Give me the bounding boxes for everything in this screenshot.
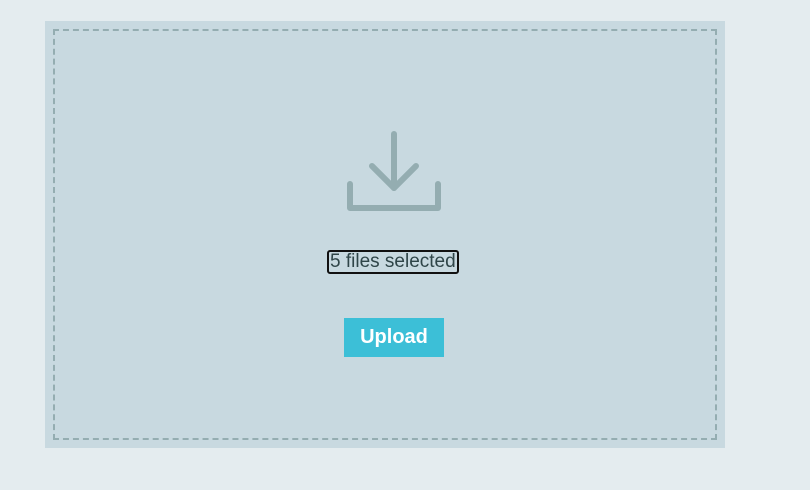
page: 5 files selected Upload — [0, 0, 810, 490]
drop-zone[interactable]: 5 files selected Upload — [53, 29, 717, 440]
upload-button[interactable]: Upload — [344, 318, 444, 357]
download-icon — [346, 130, 442, 212]
file-select-label[interactable]: 5 files selected — [327, 250, 459, 274]
upload-box: 5 files selected Upload — [45, 21, 725, 448]
